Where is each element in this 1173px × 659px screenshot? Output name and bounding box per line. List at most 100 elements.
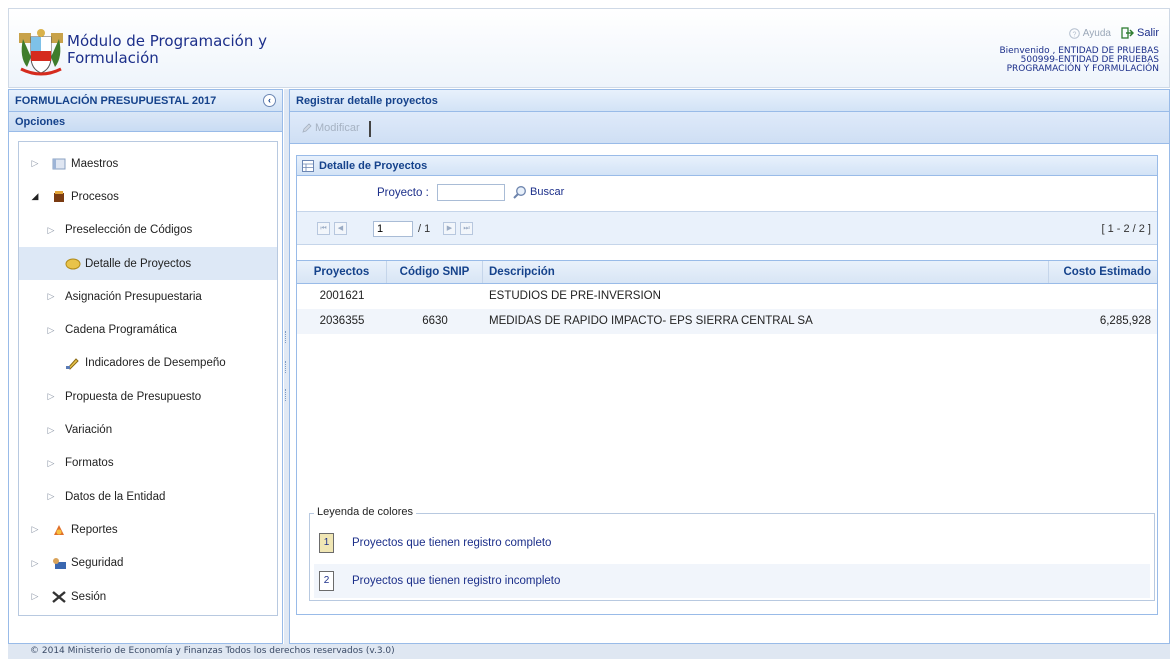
- exit-button[interactable]: Salir: [1121, 27, 1159, 39]
- cell-costo: [1049, 284, 1157, 309]
- menu-item-reportes[interactable]: ▷ Reportes: [19, 513, 277, 546]
- menu-item-label: Asignación Presupuestaria: [65, 290, 202, 303]
- cell-descripcion: ESTUDIOS DE PRE-INVERSION: [489, 290, 661, 302]
- magnifier-icon: [513, 186, 526, 199]
- expand-arrow-icon[interactable]: ▷: [45, 425, 57, 436]
- previous-page-icon: ◀: [337, 225, 344, 232]
- menu-item-propuesta-presupuesto[interactable]: ▷ Propuesta de Presupuesto: [19, 380, 277, 413]
- last-page-icon: ⏭: [463, 225, 470, 232]
- table-row[interactable]: 2036355 6630 MEDIDAS DE RAPIDO IMPACTO- …: [297, 309, 1157, 334]
- expand-arrow-icon[interactable]: ▷: [29, 524, 41, 535]
- cell-costo: 6,285,928: [1099, 315, 1151, 327]
- exit-label: Salir: [1136, 27, 1159, 39]
- cell-descripcion: MEDIDAS DE RAPIDO IMPACTO- EPS SIERRA CE…: [489, 315, 813, 327]
- expand-arrow-icon[interactable]: ▷: [45, 325, 57, 336]
- cell-proyecto: 2036355: [319, 315, 365, 327]
- menu-item-label: Maestros: [71, 157, 119, 170]
- menu-item-indicadores-desempeno[interactable]: Indicadores de Desempeño: [19, 347, 277, 380]
- menu-item-formatos[interactable]: ▷ Formatos: [19, 447, 277, 480]
- legend-text: Proyectos que tienen registro completo: [352, 537, 552, 549]
- expand-arrow-icon[interactable]: ▷: [45, 491, 57, 502]
- help-label: Ayuda: [1082, 27, 1111, 39]
- first-page-button[interactable]: ⏮: [317, 222, 330, 235]
- column-header-descripcion[interactable]: Descripción: [483, 261, 1049, 283]
- expand-arrow-icon[interactable]: ▷: [45, 291, 57, 302]
- folder-icon: [65, 258, 81, 270]
- chevron-left-icon: ‹: [268, 95, 271, 105]
- app-title-line2: Formulación: [67, 49, 159, 67]
- modify-button[interactable]: Modificar: [302, 122, 360, 134]
- page-number-input[interactable]: [373, 221, 413, 237]
- menu-item-procesos[interactable]: ◢ Procesos: [19, 180, 277, 213]
- menu-item-detalle-proyectos[interactable]: Detalle de Proyectos: [19, 246, 277, 281]
- cell-proyecto: 2001621: [319, 290, 365, 302]
- grid-icon: [302, 159, 314, 172]
- content-panel: Registrar detalle proyectos Modificar De…: [289, 89, 1170, 644]
- expand-arrow-icon[interactable]: ▷: [29, 558, 41, 569]
- expand-arrow-icon[interactable]: ▷: [29, 158, 41, 169]
- edit-icon: [302, 123, 312, 133]
- welcome-text: Bienvenido , ENTIDAD DE PRUEBAS 500999-E…: [999, 47, 1159, 74]
- legend-swatch: 1: [319, 533, 334, 553]
- records-range: [ 1 - 2 / 2 ]: [1101, 223, 1151, 235]
- pagination-bar: ⏮ ◀ / 1 ▶ ⏭ [ 1 - 2 / 2 ]: [297, 212, 1157, 245]
- project-search-input[interactable]: [437, 184, 505, 201]
- users-security-icon: [53, 557, 66, 569]
- next-page-icon: ▶: [446, 225, 453, 232]
- app-title-line1: Módulo de Programación y: [67, 32, 268, 50]
- menu-item-cadena-programatica[interactable]: ▷ Cadena Programática: [19, 313, 277, 346]
- column-header-proyectos[interactable]: Proyectos: [297, 261, 387, 283]
- cell-codigo-snip: [387, 284, 483, 309]
- menu-item-label: Preselección de Códigos: [65, 224, 193, 237]
- project-search-label: Proyecto :: [377, 187, 429, 199]
- menu-item-label: Variación: [65, 424, 113, 437]
- menu-item-seguridad[interactable]: ▷ Seguridad: [19, 547, 277, 580]
- books-stack-icon: [54, 191, 64, 203]
- menu-item-asignacion-presupuestaria[interactable]: ▷ Asignación Presupuestaria: [19, 280, 277, 313]
- column-header-costo-estimado[interactable]: Costo Estimado: [1049, 261, 1157, 283]
- pencil-chart-icon: [66, 358, 79, 370]
- help-link[interactable]: ? Ayuda: [1068, 27, 1111, 39]
- detail-title: Detalle de Proyectos: [319, 159, 428, 172]
- report-icon: [54, 525, 64, 536]
- collapse-arrow-icon[interactable]: ◢: [29, 191, 41, 202]
- cell-codigo-snip: 6630: [422, 315, 448, 327]
- expand-arrow-icon[interactable]: ▷: [45, 225, 57, 236]
- menu-item-label: Procesos: [71, 190, 119, 203]
- menu-item-datos-entidad[interactable]: ▷ Datos de la Entidad: [19, 480, 277, 513]
- next-page-button[interactable]: ▶: [443, 222, 456, 235]
- welcome-line3: PROGRAMACIÓN Y FORMULACIÓN: [1006, 64, 1159, 74]
- project-detail-box: Detalle de Proyectos Proyecto : Buscar ⏮…: [296, 155, 1158, 615]
- legend-item-complete: 1 Proyectos que tienen registro completo: [314, 526, 1150, 560]
- menu-item-variacion[interactable]: ▷ Variación: [19, 413, 277, 446]
- search-button[interactable]: Buscar: [513, 185, 564, 199]
- menu-item-preseleccion-codigos[interactable]: ▷ Preselección de Códigos: [19, 214, 277, 247]
- menu-item-sesion[interactable]: ▷ Sesión: [19, 580, 277, 613]
- legend-title: Leyenda de colores: [314, 506, 417, 518]
- last-page-button[interactable]: ⏭: [460, 222, 473, 235]
- expand-arrow-icon[interactable]: ▷: [29, 591, 41, 602]
- legend-item-incomplete: 2 Proyectos que tienen registro incomple…: [314, 564, 1150, 598]
- expand-arrow-icon[interactable]: ▷: [45, 391, 57, 402]
- color-legend: Leyenda de colores 1 Proyectos que tiene…: [309, 506, 1155, 601]
- menu-item-label: Formatos: [65, 457, 114, 470]
- user-area: ? Ayuda Salir Bienvenido , ENTIDAD DE PR…: [999, 25, 1159, 74]
- expand-arrow-icon[interactable]: ▷: [45, 458, 57, 469]
- menu-item-label: Seguridad: [71, 557, 124, 570]
- menu-item-maestros[interactable]: ▷ Maestros: [19, 147, 277, 180]
- column-header-codigo-snip[interactable]: Código SNIP: [387, 261, 483, 283]
- menu-item-label: Detalle de Proyectos: [85, 257, 192, 270]
- app-header: Módulo de Programación y Formulación ? A…: [8, 8, 1170, 88]
- navigation-panel-header: FORMULACIÓN PRESUPUESTAL 2017 ‹: [9, 90, 282, 112]
- table-row[interactable]: 2001621 ESTUDIOS DE PRE-INVERSION: [297, 284, 1157, 309]
- modify-label: Modificar: [315, 122, 360, 134]
- menu-item-label: Indicadores de Desempeño: [85, 357, 226, 370]
- menu-item-label: Datos de la Entidad: [65, 490, 166, 503]
- menu-item-label: Propuesta de Presupuesto: [65, 390, 202, 403]
- previous-page-button[interactable]: ◀: [334, 222, 347, 235]
- peru-coat-of-arms-logo: [19, 29, 63, 76]
- page-total: / 1: [418, 223, 431, 235]
- footer: © 2014 Ministerio de Economía y Finanzas…: [8, 644, 1170, 659]
- page-title: Registrar detalle proyectos: [290, 90, 1169, 112]
- collapse-panel-button[interactable]: ‹: [263, 94, 276, 107]
